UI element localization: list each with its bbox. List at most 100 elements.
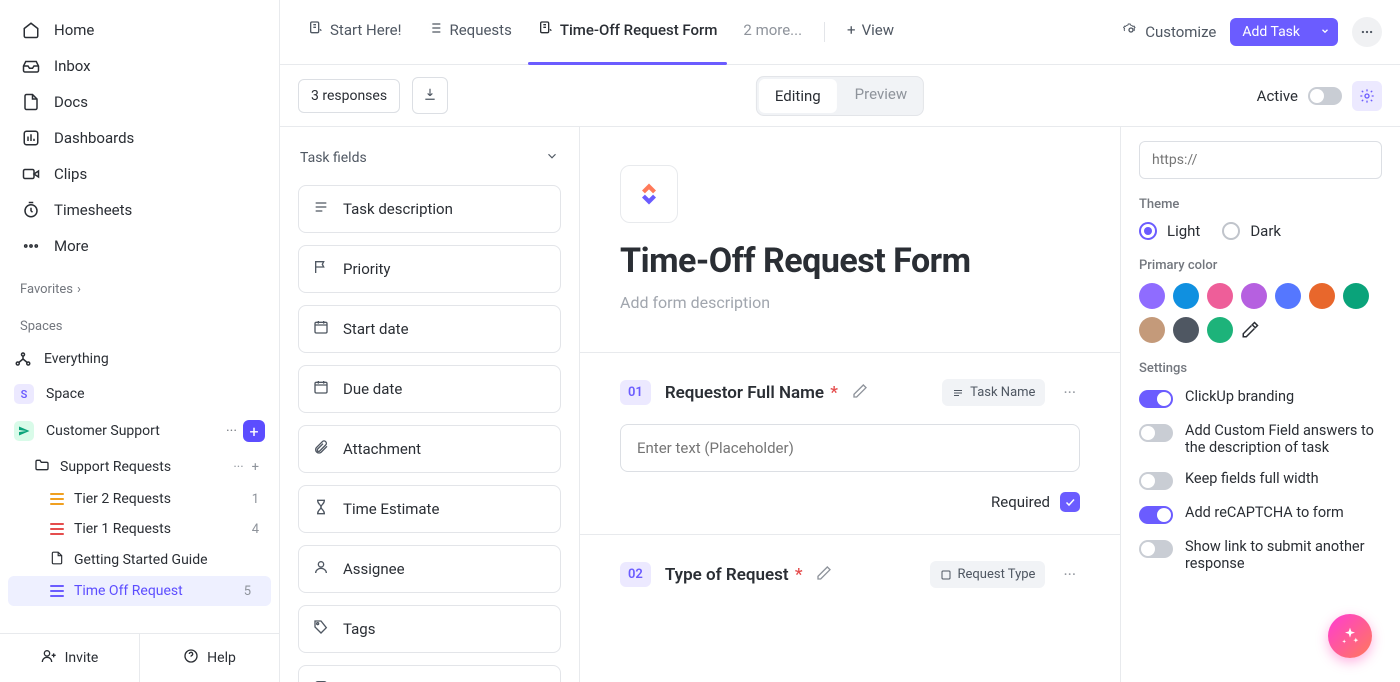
sidebar-space[interactable]: S Space [0,376,279,412]
list-guide[interactable]: Getting Started Guide [0,544,279,576]
field-status[interactable]: Status [298,665,561,682]
help-label: Help [207,650,236,666]
sidebar-customer-support[interactable]: Customer Support ··· + [0,412,279,450]
mode-editing[interactable]: Editing [759,79,837,113]
sidebar-everything[interactable]: Everything [0,342,279,376]
space-label: Space [46,386,85,402]
folder-dots-icon[interactable]: ··· [233,460,243,475]
field-description[interactable]: Task description [298,185,561,233]
edit-question-button[interactable] [852,383,868,403]
color-swatch[interactable] [1207,317,1233,343]
question-input[interactable] [620,424,1080,472]
edit-question-button[interactable] [816,565,832,585]
tag-icon [313,619,329,639]
field-assignee[interactable]: Assignee [298,545,561,593]
nav-clips[interactable]: Clips [8,156,271,192]
field-duedate[interactable]: Due date [298,365,561,413]
theme-label: Light [1167,222,1200,240]
customer-support-label: Customer Support [46,423,160,439]
view-tabs-bar: Start Here! Requests Time-Off Request Fo… [280,0,1400,65]
required-checkbox[interactable] [1060,492,1080,512]
tab-form[interactable]: Time-Off Request Form [528,10,728,54]
field-startdate[interactable]: Start date [298,305,561,353]
list-tier1[interactable]: Tier 1 Requests 4 [0,514,279,544]
favorites-header[interactable]: Favorites › [0,272,279,303]
theme-dark[interactable]: Dark [1222,222,1281,240]
theme-section-label: Theme [1139,197,1382,212]
form-logo[interactable] [620,165,678,223]
form-settings-button[interactable] [1352,81,1382,111]
folder-add-button[interactable]: + [252,460,259,475]
theme-light[interactable]: Light [1139,222,1200,240]
nav-home[interactable]: Home [8,12,271,48]
color-swatch[interactable] [1173,317,1199,343]
download-button[interactable] [412,77,448,114]
ai-fab-button[interactable] [1328,614,1372,658]
setting-cfdesc[interactable]: Add Custom Field answers to the descript… [1139,422,1382,456]
color-swatch[interactable] [1173,283,1199,309]
tab-start-here[interactable]: Start Here! [298,10,411,54]
space-dots-icon[interactable]: ··· [226,423,237,439]
field-priority[interactable]: Priority [298,245,561,293]
space-add-button[interactable]: + [243,420,265,442]
active-label: Active [1257,87,1298,105]
task-fields-header[interactable]: Task fields [298,145,561,173]
tab-label: 2 more... [743,21,802,39]
person-icon [313,559,329,579]
color-swatch[interactable] [1207,283,1233,309]
color-swatch[interactable] [1139,283,1165,309]
list-timeoff[interactable]: Time Off Request 5 [8,576,271,606]
setting-resubmit[interactable]: Show link to submit another response [1139,538,1382,572]
required-label: Required [991,493,1050,511]
color-swatches [1139,283,1382,343]
nav-timesheets[interactable]: Timesheets [8,192,271,228]
question-menu-button[interactable]: ··· [1059,561,1080,588]
nav-dashboards[interactable]: Dashboards [8,120,271,156]
tab-requests[interactable]: Requests [417,10,521,54]
responses-button[interactable]: 3 responses [298,79,400,113]
help-icon [183,648,199,668]
customize-button[interactable]: Customize [1123,22,1216,42]
setting-branding[interactable]: ClickUp branding [1139,388,1382,408]
question-2[interactable]: 02 Type of Request * Request Type ··· [580,535,1120,610]
nav-inbox[interactable]: Inbox [8,48,271,84]
add-task-button[interactable]: Add Task [1230,18,1312,46]
toggle[interactable] [1139,472,1173,490]
add-task-chevron-button[interactable] [1312,18,1338,46]
toggle[interactable] [1139,540,1173,558]
redirect-url-input[interactable] [1139,141,1382,179]
color-picker-button[interactable] [1241,317,1259,343]
toggle[interactable] [1139,424,1173,442]
active-toggle[interactable] [1308,87,1342,105]
nav-docs[interactable]: Docs [8,84,271,120]
toggle[interactable] [1139,506,1173,524]
form-title[interactable]: Time-Off Request Form [580,241,1120,281]
color-swatch[interactable] [1343,283,1369,309]
color-swatch[interactable] [1309,283,1335,309]
list-tier2[interactable]: Tier 2 Requests 1 [0,484,279,514]
setting-recaptcha[interactable]: Add reCAPTCHA to form [1139,504,1382,524]
nav-more[interactable]: More [8,228,271,264]
overflow-menu-button[interactable] [1352,17,1382,47]
color-swatch[interactable] [1241,283,1267,309]
chevron-right-icon: › [77,282,81,297]
form-description[interactable]: Add form description [580,281,1120,352]
question-menu-button[interactable]: ··· [1059,379,1080,406]
add-view-button[interactable]: + View [837,11,904,53]
invite-button[interactable]: Invite [0,634,139,682]
field-attachment[interactable]: Attachment [298,425,561,473]
toggle[interactable] [1139,390,1173,408]
spaces-header: Spaces [0,303,279,342]
setting-fullwidth[interactable]: Keep fields full width [1139,470,1382,490]
mode-preview[interactable]: Preview [839,77,923,115]
color-swatch[interactable] [1139,317,1165,343]
folder-support-requests[interactable]: Support Requests ··· + [0,450,279,484]
nav-label: More [54,237,89,255]
question-1[interactable]: 01 Requestor Full Name * Task Name ··· R… [580,353,1120,534]
field-tags[interactable]: Tags [298,605,561,653]
tab-more[interactable]: 2 more... [733,11,812,53]
color-swatch[interactable] [1275,283,1301,309]
help-button[interactable]: Help [139,634,279,682]
view-label: View [862,21,894,39]
field-timeestimate[interactable]: Time Estimate [298,485,561,533]
